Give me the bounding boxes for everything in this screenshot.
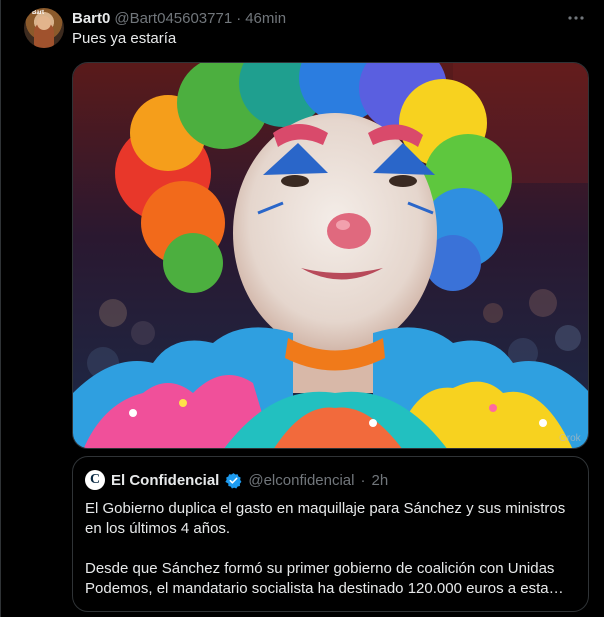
header-separator: · [236,9,242,27]
quoted-tweet-header: C El Confidencial @elconfidencial · 2h [85,469,388,491]
tweet-header: Bart0 @Bart045603771 · 46min [72,8,286,28]
quoted-author-display-name[interactable]: El Confidencial [111,472,219,489]
verified-badge-icon [225,472,242,489]
avatar-face [37,16,51,30]
quoted-tweet-timestamp[interactable]: 2h [371,472,388,489]
tweet-image[interactable]: Grok [72,62,589,449]
tweet-timestamp[interactable]: 46min [245,10,286,27]
grok-watermark: Grok [559,433,582,444]
quoted-tweet-text: El Gobierno duplica el gasto en maquilla… [85,499,580,599]
avatar-label: Bart [32,10,45,16]
author-avatar[interactable]: Bart [24,8,64,48]
quoted-author-handle[interactable]: @elconfidencial [248,472,354,489]
tweet-text: Pues ya estaría [72,30,177,47]
quoted-paragraph-1: El Gobierno duplica el gasto en maquilla… [85,500,566,537]
author-display-name[interactable]: Bart0 [72,10,110,27]
clown-portrait-image: Grok [73,63,588,448]
author-handle[interactable]: @Bart045603771 [114,10,232,27]
tweet-card[interactable]: Bart Bart0 @Bart045603771 · 46min Pues y… [0,0,604,617]
quoted-header-separator: · [360,471,366,489]
more-options-button[interactable] [566,8,586,28]
quoted-paragraph-2: Desde que Sánchez formó su primer gobier… [85,560,564,597]
quoted-tweet[interactable]: C El Confidencial @elconfidencial · 2h E… [72,456,589,612]
quoted-author-avatar[interactable]: C [85,470,105,490]
ellipsis-icon [568,16,584,20]
